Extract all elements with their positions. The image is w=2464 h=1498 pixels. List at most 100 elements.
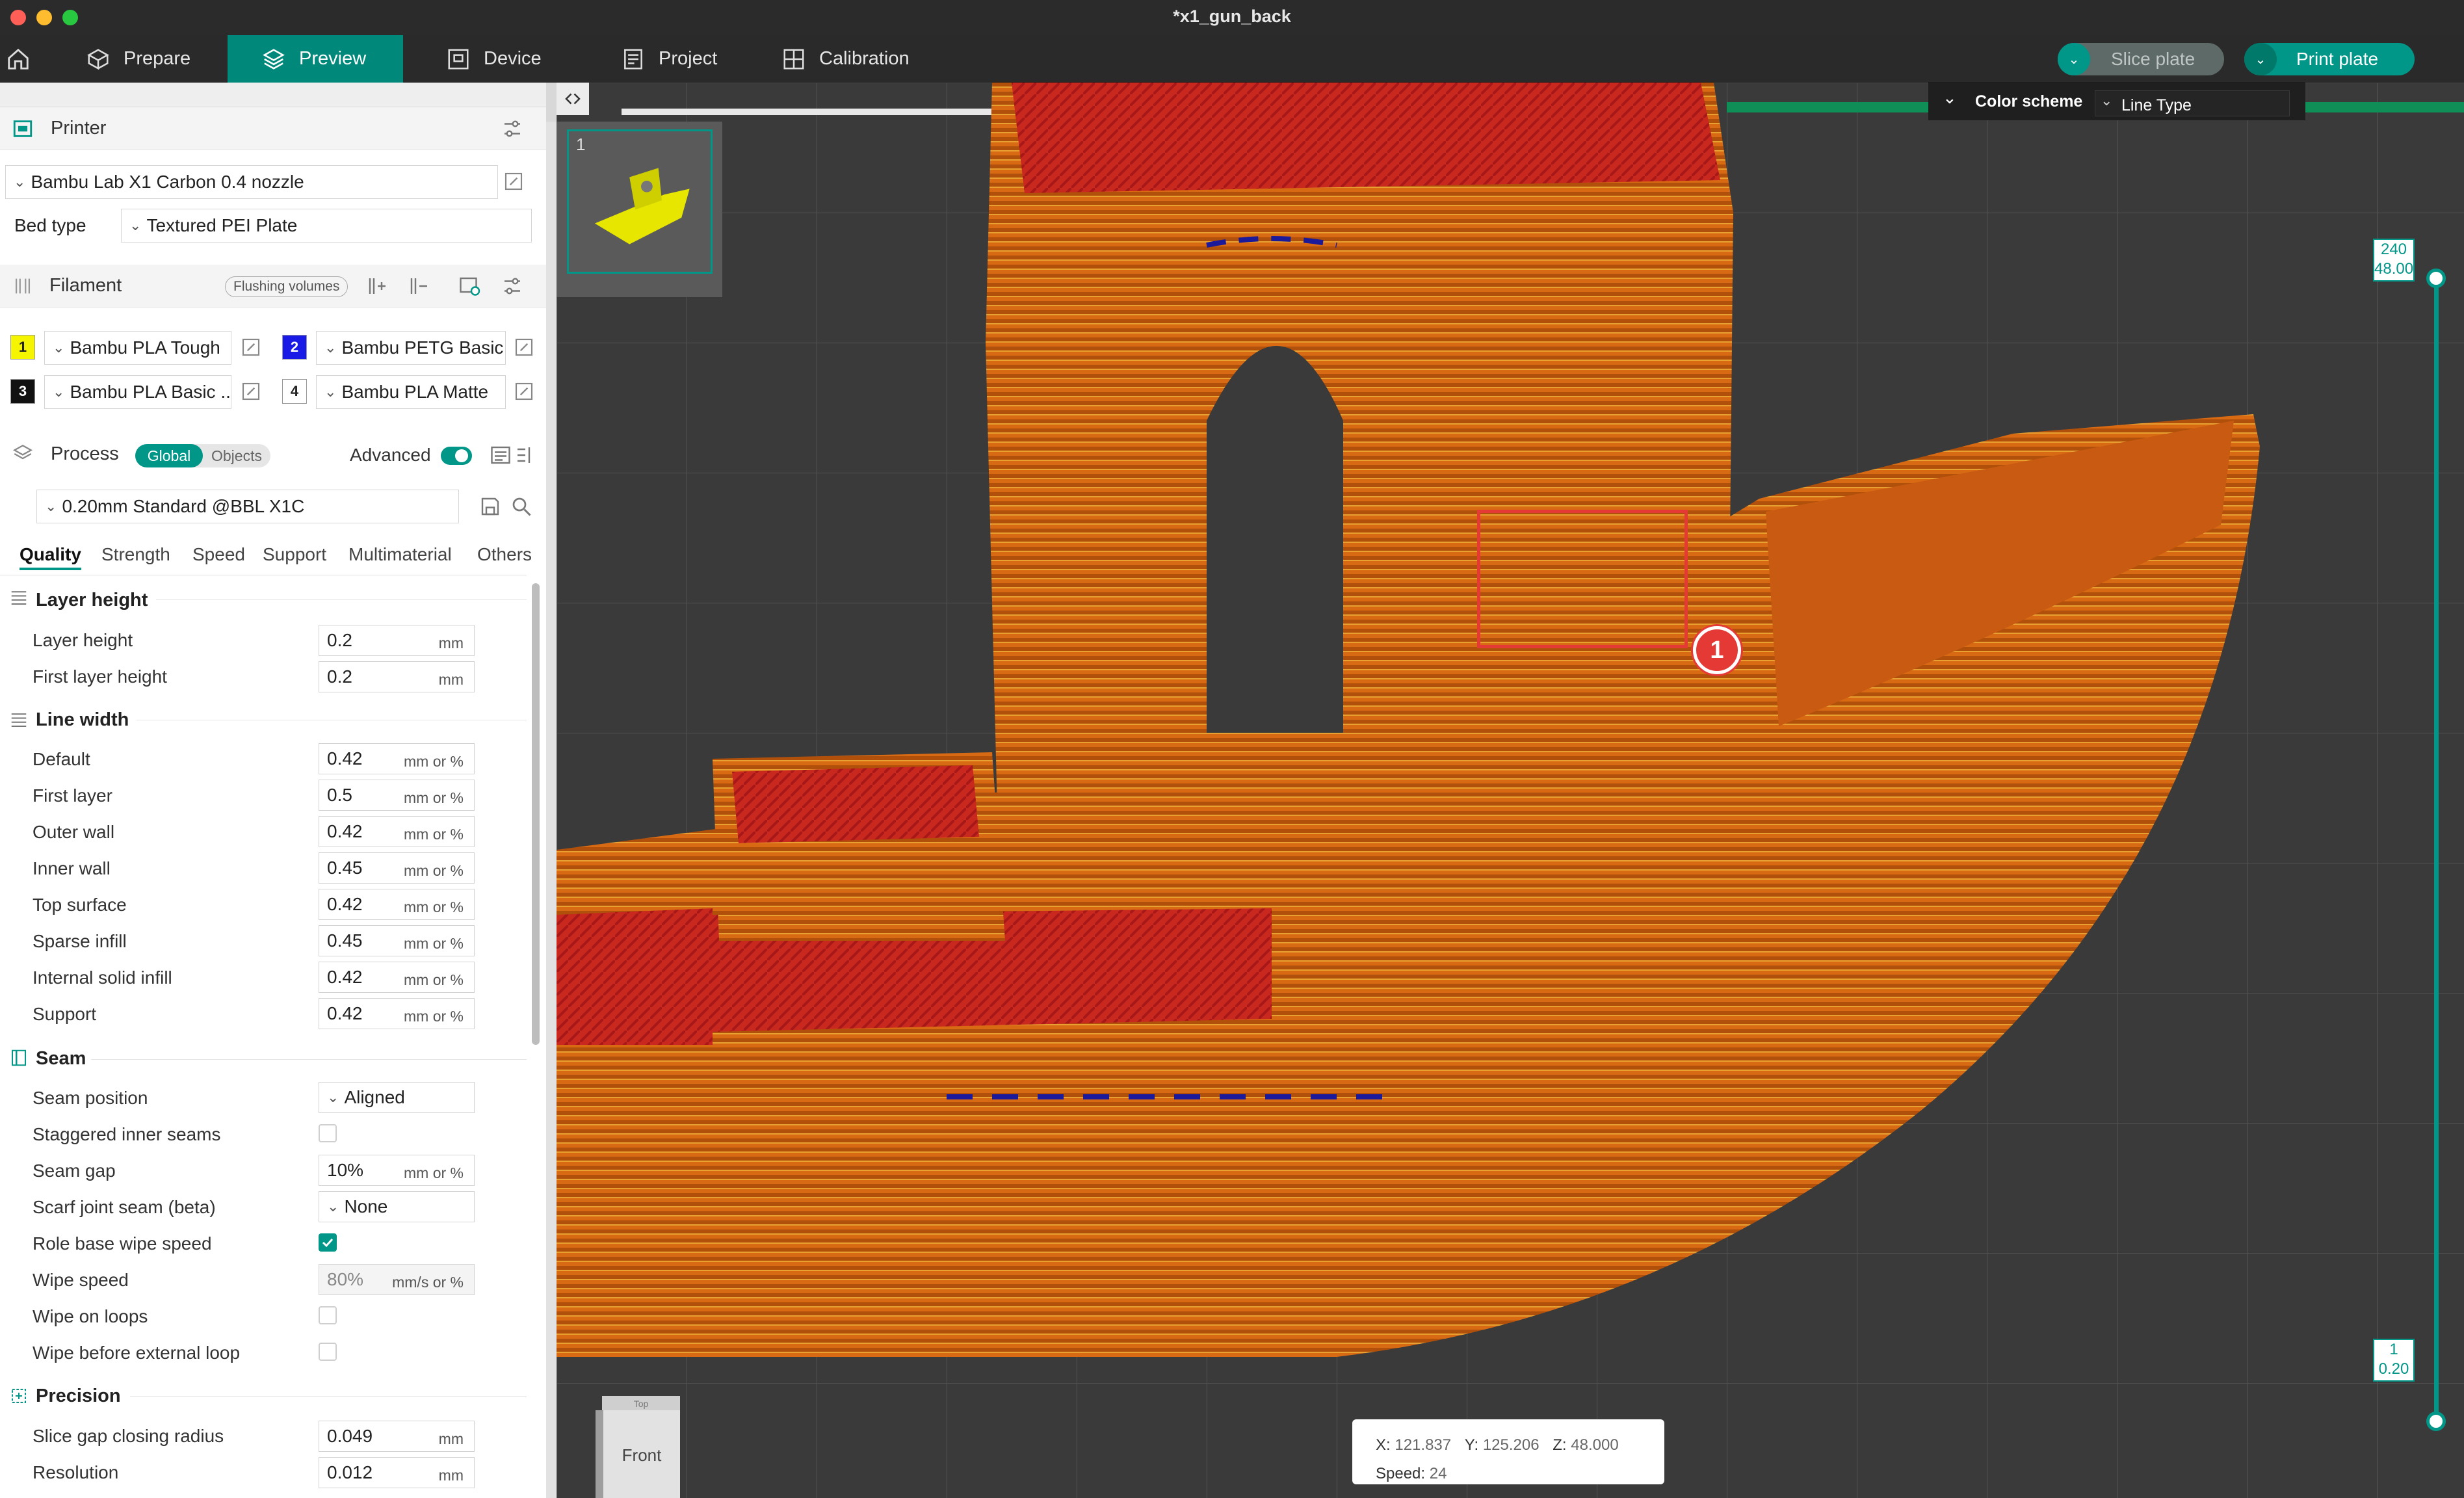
sidebar-splitter[interactable] (546, 83, 557, 1498)
slice-plate-button[interactable]: ⌄ Slice plate (2058, 43, 2224, 75)
edit-icon[interactable] (503, 171, 524, 192)
default-line-width-value: 0.42 (327, 748, 363, 769)
edit-icon[interactable] (241, 381, 261, 402)
role-base-wipe-speed-label: Role base wipe speed (33, 1233, 212, 1254)
process-preset-select[interactable]: ⌄ 0.20mm Standard @BBL X1C (36, 490, 459, 523)
save-icon[interactable] (478, 495, 502, 518)
home-button[interactable] (5, 35, 44, 83)
chevron-down-icon[interactable]: ⌄ (2244, 43, 2277, 75)
list-view-icon[interactable] (489, 443, 512, 467)
first-layer-line-width-input[interactable]: 0.5 mm or % (319, 780, 475, 811)
scarf-joint-seam-select[interactable]: ⌄ None (319, 1191, 475, 1222)
edit-icon[interactable] (514, 337, 534, 358)
first-layer-height-input[interactable]: 0.2 mm (319, 661, 475, 692)
annotation-marker[interactable]: 1 (1693, 626, 1741, 674)
role-base-wipe-speed-checkbox[interactable] (319, 1233, 337, 1252)
seam-position-select[interactable]: ⌄ Aligned (319, 1082, 475, 1113)
sparse-infill-line-width-input[interactable]: 0.45 mm or % (319, 925, 475, 956)
inner-wall-line-width-label: Inner wall (33, 858, 111, 878)
layer-slider-bottom-handle[interactable] (2426, 1412, 2446, 1431)
tab-speed[interactable]: Speed (192, 544, 245, 565)
filament-3-name: Bambu PLA Basic ... (70, 382, 231, 402)
preview-viewport[interactable]: 1 1 ⌄ Color scheme ⌄ Line Type 240 48.00… (557, 83, 2464, 1498)
bed-type-select[interactable]: ⌄ Textured PEI Plate (121, 209, 532, 243)
sidebar-scrollbar[interactable] (532, 583, 540, 1045)
layer-height-input[interactable]: 0.2 mm (319, 625, 475, 656)
tab-strength[interactable]: Strength (101, 544, 170, 565)
tab-calibration[interactable]: Calibration (781, 35, 910, 83)
compare-icon[interactable] (514, 443, 537, 467)
printer-section-header: Printer (0, 107, 546, 150)
tab-multimaterial[interactable]: Multimaterial (348, 544, 452, 565)
wipe-before-external-loop-label: Wipe before external loop (33, 1343, 241, 1363)
filament-3-select[interactable]: ⌄ Bambu PLA Basic ... (44, 375, 231, 409)
tab-preview[interactable]: Preview (228, 35, 403, 83)
tab-quality[interactable]: Quality (20, 544, 81, 570)
seam-position-value: Aligned (344, 1087, 405, 1107)
plate-thumbnail[interactable]: 1 (557, 122, 722, 297)
color-scheme-panel[interactable]: ⌄ Color scheme ⌄ Line Type (1928, 83, 2305, 120)
global-objects-toggle[interactable]: Global Objects (135, 444, 270, 467)
color-scheme-select[interactable]: ⌄ Line Type (2095, 90, 2290, 116)
filament-4-swatch[interactable]: 4 (282, 379, 307, 404)
wipe-on-loops-checkbox[interactable] (319, 1306, 337, 1324)
toolpath-render[interactable] (557, 83, 2464, 1498)
splitter-handle[interactable] (546, 83, 557, 122)
remove-filament-icon[interactable] (406, 274, 429, 298)
settings-sliders-icon[interactable] (501, 274, 524, 298)
outer-wall-line-width-input[interactable]: 0.42 mm or % (319, 816, 475, 847)
advanced-toggle[interactable] (441, 447, 472, 465)
tab-project-label: Project (659, 48, 718, 69)
layer-slider-top-handle[interactable] (2426, 269, 2446, 288)
tab-device[interactable]: Device (446, 35, 542, 83)
slice-plate-label: Slice plate (2111, 49, 2195, 69)
default-line-width-input[interactable]: 0.42 mm or % (319, 743, 475, 774)
seam-position-label: Seam position (33, 1088, 148, 1108)
tab-prepare[interactable]: Prepare (86, 35, 190, 83)
settings-sliders-icon[interactable] (501, 117, 524, 140)
slice-gap-closing-radius-input[interactable]: 0.049 mm (319, 1421, 475, 1452)
sync-filament-icon[interactable] (458, 274, 481, 298)
filament-2-select[interactable]: ⌄ Bambu PETG Basic (316, 331, 506, 365)
view-cube[interactable]: Top Front (596, 1396, 680, 1498)
layer-slider-track[interactable] (2434, 278, 2439, 1422)
default-line-width-label: Default (33, 749, 90, 769)
wipe-before-external-loop-checkbox[interactable] (319, 1343, 337, 1361)
tab-support[interactable]: Support (263, 544, 326, 565)
view-cube-top-face[interactable]: Top (602, 1396, 680, 1412)
add-filament-icon[interactable] (364, 274, 387, 298)
filament-3-swatch[interactable]: 3 (10, 379, 35, 404)
support-line-width-input[interactable]: 0.42 mm or % (319, 998, 475, 1029)
top-surface-line-width-input[interactable]: 0.42 mm or % (319, 889, 475, 920)
inner-wall-line-width-input[interactable]: 0.45 mm or % (319, 852, 475, 884)
search-icon[interactable] (510, 495, 533, 518)
settings-sidebar: Printer ⌄ Bambu Lab X1 Carbon 0.4 nozzle… (0, 83, 546, 1498)
printer-select[interactable]: ⌄ Bambu Lab X1 Carbon 0.4 nozzle (5, 165, 498, 199)
position-readout: X: 121.837 Y: 125.206 Z: 48.000 Speed: 2… (1352, 1419, 1664, 1484)
tab-project[interactable]: Project (621, 35, 717, 83)
filament-1-swatch[interactable]: 1 (10, 335, 35, 360)
chevron-down-icon[interactable]: ⌄ (1943, 88, 1957, 108)
filament-4-select[interactable]: ⌄ Bambu PLA Matte (316, 375, 506, 409)
view-cube-side-face[interactable] (596, 1410, 603, 1498)
chevron-down-icon[interactable]: ⌄ (2058, 43, 2090, 75)
wipe-speed-input[interactable]: 80% mm/s or % (319, 1264, 475, 1295)
print-plate-button[interactable]: ⌄ Print plate (2244, 43, 2415, 75)
global-option[interactable]: Global (135, 444, 203, 467)
staggered-inner-seams-label: Staggered inner seams (33, 1124, 221, 1144)
staggered-inner-seams-checkbox[interactable] (319, 1124, 337, 1142)
filament-2-swatch[interactable]: 2 (282, 335, 307, 360)
filament-1-name: Bambu PLA Tough (70, 337, 220, 358)
collapse-sidebar-button[interactable] (557, 83, 589, 115)
flushing-volumes-button[interactable]: Flushing volumes (225, 276, 348, 297)
view-cube-front-face[interactable]: Front (603, 1410, 680, 1498)
internal-solid-infill-line-width-input[interactable]: 0.42 mm or % (319, 962, 475, 993)
seam-gap-input[interactable]: 10% mm or % (319, 1155, 475, 1186)
filament-1-select[interactable]: ⌄ Bambu PLA Tough (44, 331, 231, 365)
tab-others[interactable]: Others (477, 544, 532, 565)
edit-icon[interactable] (514, 381, 534, 402)
resolution-input[interactable]: 0.012 mm (319, 1457, 475, 1488)
edit-icon[interactable] (241, 337, 261, 358)
objects-option[interactable]: Objects (203, 444, 270, 467)
seam-icon (12, 1049, 26, 1066)
